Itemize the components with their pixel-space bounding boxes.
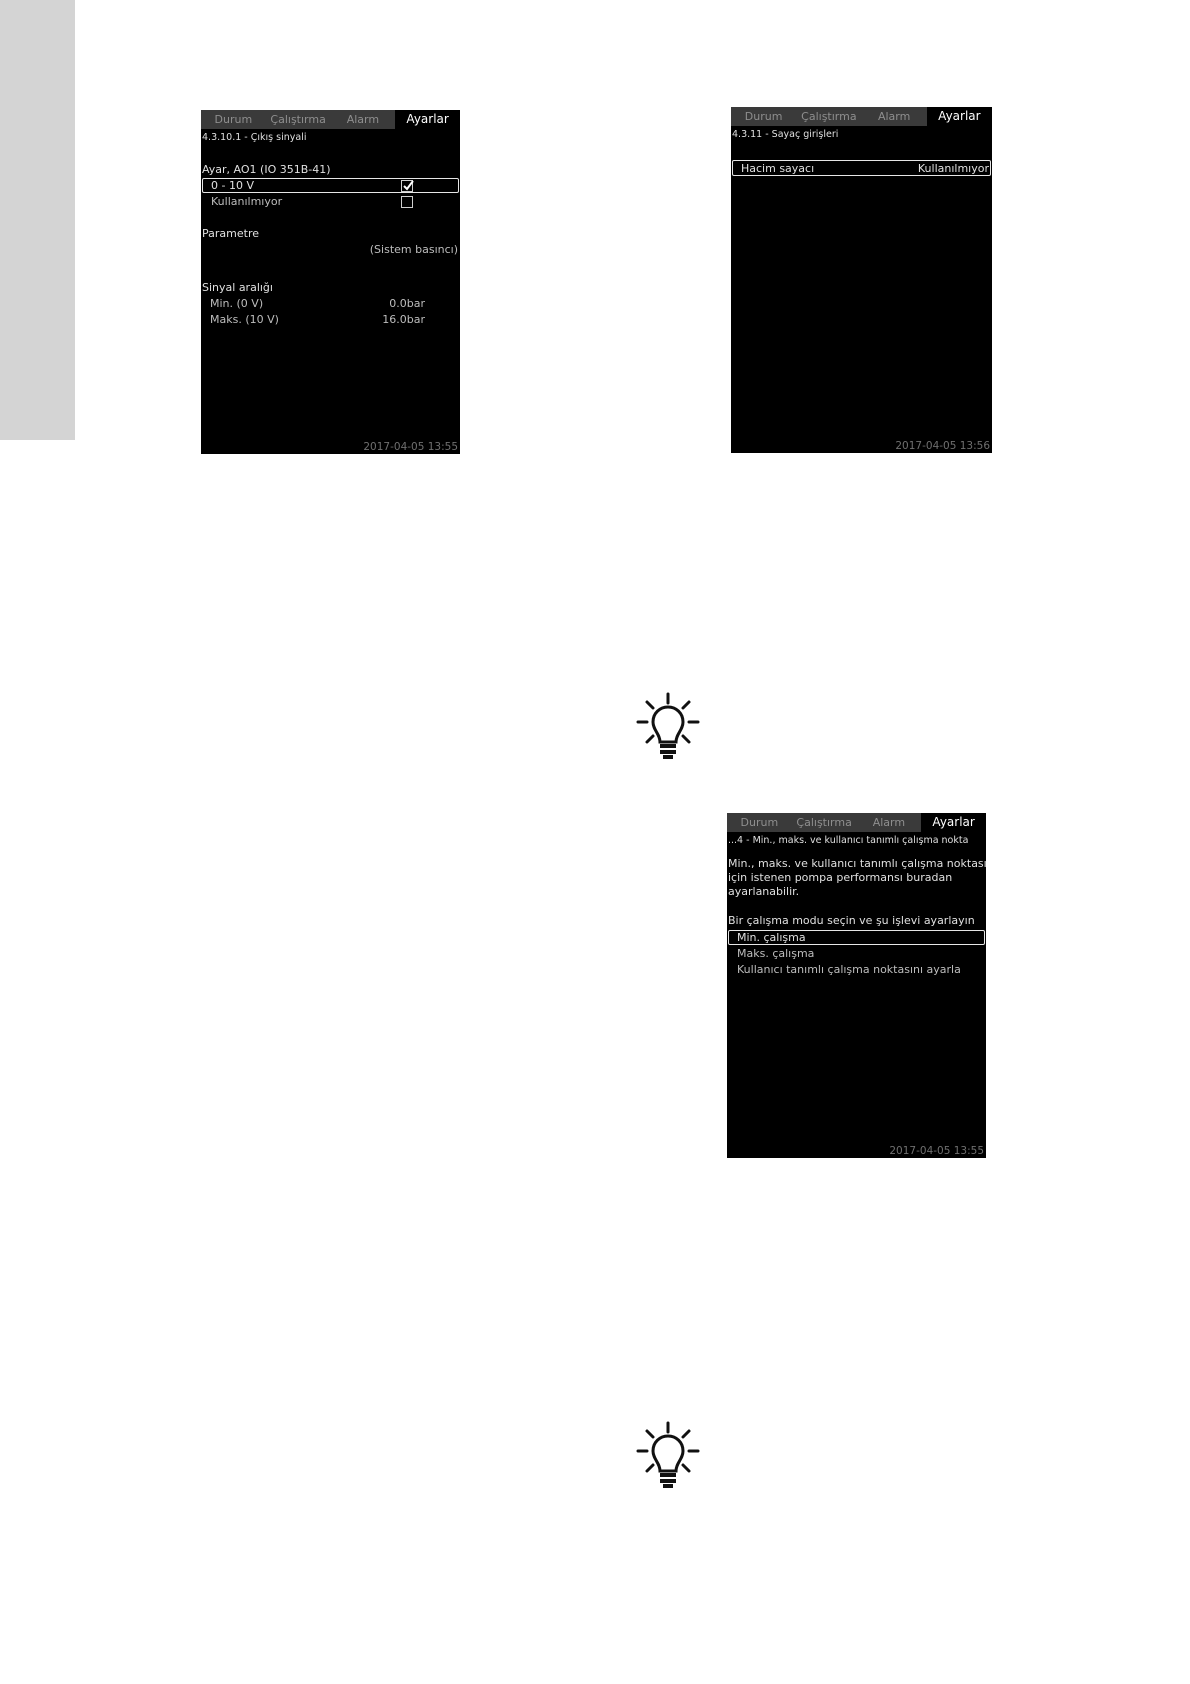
tab-status[interactable]: Durum (727, 813, 792, 832)
tab-settings[interactable]: Ayarlar (921, 813, 986, 832)
tab-status[interactable]: Durum (201, 110, 266, 129)
timestamp: 2017-04-05 13:56 (895, 440, 990, 452)
tab-bar: Durum Çalıştırma Alarm Ayarlar (201, 110, 460, 129)
min-label: Min. (0 V) (210, 297, 264, 310)
screen-output-signal: Durum Çalıştırma Alarm Ayarlar 4.3.10.1 … (201, 110, 460, 454)
option-unused-label: Kullanılmıyor (211, 195, 283, 208)
screen-operating-points: Durum Çalıştırma Alarm Ayarlar ...4 - Mi… (727, 813, 986, 1158)
tab-bar: Durum Çalıştırma Alarm Ayarlar (731, 107, 992, 126)
tab-bar: Durum Çalıştırma Alarm Ayarlar (727, 813, 986, 832)
lightbulb-icon (636, 1421, 700, 1488)
param-header: Parametre (202, 227, 259, 240)
min-operation-label: Min. çalışma (737, 931, 806, 944)
description-line-1: Min., maks. ve kullanıcı tanımlı çalışma… (728, 857, 986, 870)
tab-operation[interactable]: Çalıştırma (796, 107, 862, 126)
setting-header: Ayar, AO1 (IO 351B-41) (202, 163, 331, 176)
timestamp: 2017-04-05 13:55 (363, 441, 458, 453)
timestamp: 2017-04-05 13:55 (889, 1145, 984, 1157)
option-unused-checkbox[interactable] (401, 196, 413, 208)
screen-title: 4.3.11 - Sayaç girişleri (732, 129, 839, 140)
tab-settings[interactable]: Ayarlar (395, 110, 460, 129)
tab-status[interactable]: Durum (731, 107, 797, 126)
description-line-3: ayarlanabilir. (728, 885, 800, 898)
option-0-10v-checkbox[interactable] (401, 180, 414, 192)
tab-operation[interactable]: Çalıştırma (265, 110, 331, 129)
screen-counter-inputs: Durum Çalıştırma Alarm Ayarlar 4.3.11 - … (731, 107, 992, 453)
range-header: Sinyal aralığı (202, 281, 273, 294)
screen-title: ...4 - Min., maks. ve kullanıcı tanımlı … (728, 835, 969, 846)
side-tab-strip (0, 0, 75, 440)
max-label: Maks. (10 V) (210, 313, 279, 326)
tab-alarm[interactable]: Alarm (330, 110, 396, 129)
volume-counter-label: Hacim sayacı (741, 162, 815, 175)
param-value[interactable]: (Sistem basıncı) (370, 243, 458, 257)
tab-alarm[interactable]: Alarm (856, 813, 922, 832)
user-defined-point-option[interactable]: Kullanıcı tanımlı çalışma noktasını ayar… (737, 963, 961, 977)
min-value[interactable]: 0.0bar (389, 297, 425, 311)
max-operation-option[interactable]: Maks. çalışma (737, 947, 814, 961)
option-0-10v-label: 0 - 10 V (211, 179, 254, 192)
tab-alarm[interactable]: Alarm (861, 107, 927, 126)
screen-title: 4.3.10.1 - Çıkış sinyali (202, 132, 307, 143)
lightbulb-icon (636, 692, 700, 759)
tab-settings[interactable]: Ayarlar (926, 107, 992, 126)
max-value[interactable]: 16.0bar (382, 313, 425, 327)
volume-counter-value: Kullanılmıyor (917, 162, 989, 175)
description-line-2: için istenen pompa performansı buradan (728, 871, 953, 884)
instruction-text: Bir çalışma modu seçin ve şu işlevi ayar… (728, 914, 975, 927)
tab-operation[interactable]: Çalıştırma (791, 813, 857, 832)
